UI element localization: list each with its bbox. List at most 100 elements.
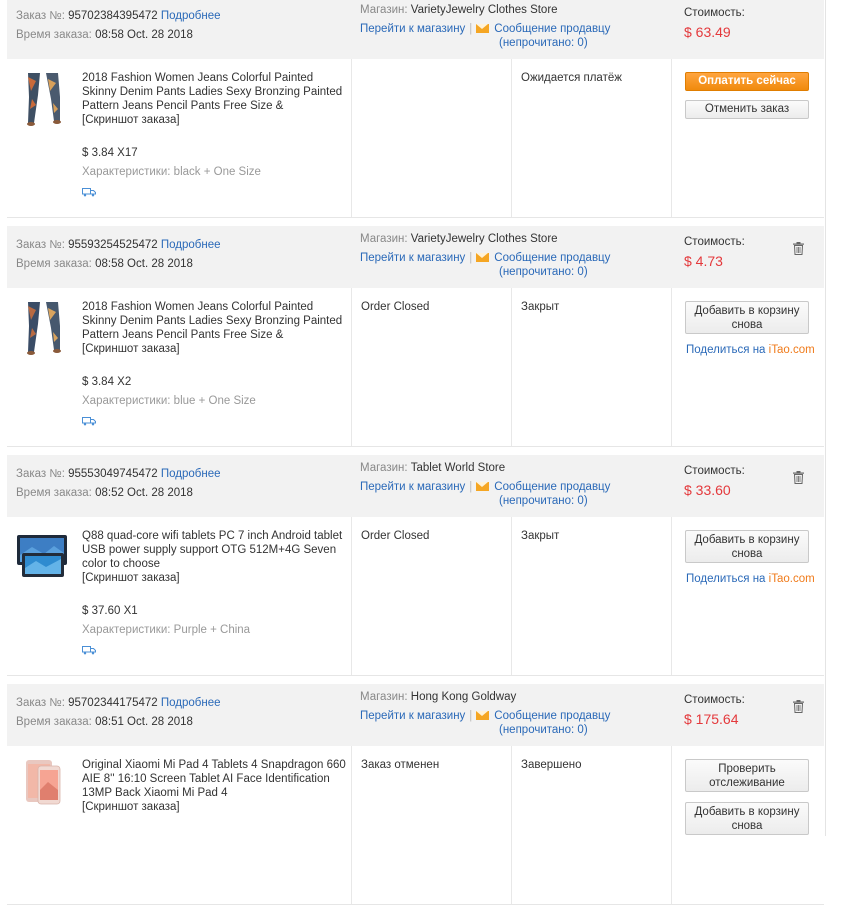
payment-status-text: Завершено — [521, 759, 582, 771]
trash-icon[interactable] — [793, 242, 804, 255]
unread-messages-link[interactable]: (непрочитано: 0) — [499, 495, 588, 507]
share-itao-link[interactable]: Поделиться на iTao.com — [686, 573, 815, 585]
add-to-cart-again-button[interactable]: Добавить в корзину снова — [685, 301, 809, 334]
order-card: Заказ №: 95553049745472 Подробнее Время … — [7, 455, 824, 676]
order-item: 2018 Fashion Women Jeans Colorful Painte… — [7, 288, 824, 447]
order-number-label: Заказ №: — [16, 10, 65, 22]
order-number: 95593254525472 — [68, 239, 158, 251]
order-card: Заказ №: 95702344175472 Подробнее Время … — [7, 684, 824, 905]
product-image-mipad[interactable] — [16, 756, 70, 814]
order-time-label: Время заказа: — [16, 487, 92, 499]
unread-messages-link[interactable]: (непрочитано: 0) — [499, 724, 588, 736]
order-cost: Стоимость: $ 63.49 — [684, 7, 745, 40]
store-label: Магазин: — [360, 691, 408, 703]
cost-label: Стоимость: — [684, 236, 745, 248]
order-header: Заказ №: 95702344175472 Подробнее Время … — [7, 684, 824, 746]
order-number: 95553049745472 — [68, 468, 158, 480]
share-itao-link[interactable]: Поделиться на iTao.com — [686, 344, 815, 356]
product-image-jeans[interactable] — [16, 69, 70, 127]
payment-status-text: Закрыт — [521, 530, 560, 542]
order-status-text: Order Closed — [361, 301, 430, 313]
order-time-label: Время заказа: — [16, 716, 92, 728]
store-name: VarietyJewelry Clothes Store — [410, 4, 558, 16]
store-name: VarietyJewelry Clothes Store — [410, 233, 558, 245]
order-screenshot-link[interactable]: [Скриншот заказа] — [82, 801, 180, 813]
order-number: 95702344175472 — [68, 697, 158, 709]
order-status-text: Заказ отменен — [361, 759, 440, 771]
cost-value: $ 63.49 — [684, 24, 731, 40]
cost-label: Стоимость: — [684, 465, 745, 477]
product-price-qty: $ 3.84 X2 — [82, 376, 132, 388]
order-time-label: Время заказа: — [16, 258, 92, 270]
product-title[interactable]: Q88 quad-core wifi tablets PC 7 inch And… — [82, 529, 347, 585]
order-number-label: Заказ №: — [16, 697, 65, 709]
trash-icon[interactable] — [793, 471, 804, 484]
store-info: Магазин: Tablet World Store Перейти к ма… — [360, 462, 611, 507]
order-cost: Стоимость: $ 33.60 — [684, 465, 745, 498]
cost-value: $ 33.60 — [684, 482, 731, 498]
order-details-link[interactable]: Подробнее — [161, 468, 221, 480]
cost-label: Стоимость: — [684, 7, 745, 19]
check-tracking-button[interactable]: Проверить отслеживание — [685, 759, 809, 792]
order-header: Заказ №: 95553049745472 Подробнее Время … — [7, 455, 824, 517]
product-characteristics: Характеристики: blue + One Size — [82, 395, 256, 407]
product-price-qty: $ 37.60 X1 — [82, 605, 138, 617]
order-cost: Стоимость: $ 175.64 — [684, 694, 745, 727]
unread-messages-link[interactable]: (непрочитано: 0) — [499, 266, 588, 278]
store-label: Магазин: — [360, 233, 408, 245]
product-image-jeans[interactable] — [16, 298, 70, 356]
product-price-qty: $ 3.84 X17 — [82, 147, 138, 159]
order-item: 2018 Fashion Women Jeans Colorful Painte… — [7, 59, 824, 218]
pay-now-button[interactable]: Оплатить сейчас — [685, 72, 809, 91]
order-screenshot-link[interactable]: [Скриншот заказа] — [82, 343, 180, 355]
store-label: Магазин: — [360, 4, 408, 16]
order-number-label: Заказ №: — [16, 468, 65, 480]
order-item: Original Xiaomi Mi Pad 4 Tablets 4 Snapd… — [7, 746, 824, 905]
trash-icon[interactable] — [793, 700, 804, 713]
order-cost: Стоимость: $ 4.73 — [684, 236, 745, 269]
store-name: Tablet World Store — [410, 462, 506, 474]
order-details-link[interactable]: Подробнее — [161, 239, 221, 251]
order-item: Q88 quad-core wifi tablets PC 7 inch And… — [7, 517, 824, 676]
unread-messages-link[interactable]: (непрочитано: 0) — [499, 37, 588, 49]
truck-icon — [82, 417, 96, 426]
order-card: Заказ №: 95593254525472 Подробнее Время … — [7, 226, 824, 447]
truck-icon — [82, 646, 96, 655]
product-title[interactable]: 2018 Fashion Women Jeans Colorful Painte… — [82, 300, 347, 356]
order-details-link[interactable]: Подробнее — [161, 697, 221, 709]
message-seller-link[interactable]: Сообщение продавцу — [494, 710, 610, 722]
cost-value: $ 175.64 — [684, 711, 739, 727]
order-card: Заказ №: 95702384395472 Подробнее Время … — [7, 0, 824, 218]
store-name: Hong Kong Goldway — [410, 691, 517, 703]
right-border — [825, 0, 826, 836]
order-number-label: Заказ №: — [16, 239, 65, 251]
order-header: Заказ №: 95593254525472 Подробнее Время … — [7, 226, 824, 288]
order-screenshot-link[interactable]: [Скриншот заказа] — [82, 572, 180, 584]
mail-icon — [476, 24, 490, 33]
go-to-store-link[interactable]: Перейти к магазину — [360, 710, 465, 722]
order-time-label: Время заказа: — [16, 29, 92, 41]
order-details-link[interactable]: Подробнее — [161, 10, 221, 22]
cost-label: Стоимость: — [684, 694, 745, 706]
cancel-order-button[interactable]: Отменить заказ — [685, 100, 809, 119]
product-image-tablet[interactable] — [16, 527, 70, 585]
cost-value: $ 4.73 — [684, 253, 723, 269]
product-title[interactable]: Original Xiaomi Mi Pad 4 Tablets 4 Snapd… — [82, 758, 347, 814]
order-time: 08:58 Oct. 28 2018 — [95, 258, 193, 270]
message-seller-link[interactable]: Сообщение продавцу — [494, 23, 610, 35]
go-to-store-link[interactable]: Перейти к магазину — [360, 252, 465, 264]
message-seller-link[interactable]: Сообщение продавцу — [494, 252, 610, 264]
order-time: 08:51 Oct. 28 2018 — [95, 716, 193, 728]
payment-status-text: Ожидается платёж — [521, 72, 622, 84]
store-info: Магазин: VarietyJewelry Clothes Store Пе… — [360, 4, 611, 49]
add-to-cart-again-button[interactable]: Добавить в корзину снова — [685, 530, 809, 563]
mail-icon — [476, 253, 490, 262]
product-title[interactable]: 2018 Fashion Women Jeans Colorful Painte… — [82, 71, 347, 127]
order-screenshot-link[interactable]: [Скриншот заказа] — [82, 114, 180, 126]
order-number: 95702384395472 — [68, 10, 158, 22]
add-to-cart-again-button[interactable]: Добавить в корзину снова — [685, 802, 809, 835]
message-seller-link[interactable]: Сообщение продавцу — [494, 481, 610, 493]
product-characteristics: Характеристики: Purple + China — [82, 624, 251, 636]
go-to-store-link[interactable]: Перейти к магазину — [360, 23, 465, 35]
go-to-store-link[interactable]: Перейти к магазину — [360, 481, 465, 493]
